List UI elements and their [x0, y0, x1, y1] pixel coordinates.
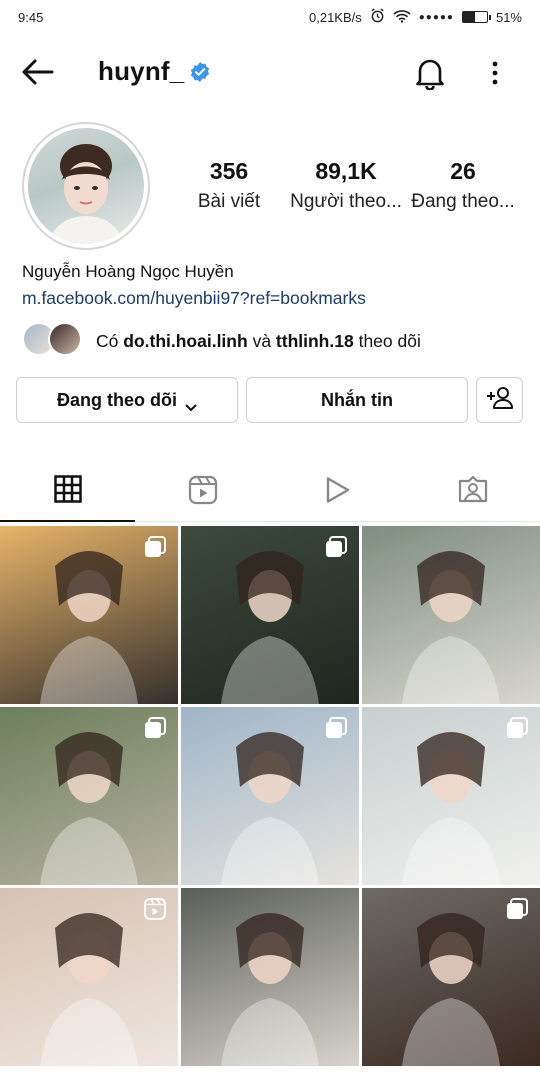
- chevron-down-icon: [185, 396, 197, 412]
- post-thumbnail[interactable]: [0, 526, 178, 704]
- post-thumbnail[interactable]: [181, 888, 359, 1066]
- following-button[interactable]: Đang theo dõi: [16, 377, 238, 423]
- add-user-button[interactable]: [476, 377, 523, 423]
- more-vertical-icon[interactable]: [485, 58, 505, 88]
- multi-photo-icon: [325, 717, 347, 739]
- full-name: Nguyễn Hoàng Ngọc Huyền: [22, 262, 234, 281]
- message-button-label: Nhắn tin: [321, 389, 393, 410]
- followers-label: Người theo...: [290, 191, 402, 212]
- posts-count: 356: [209, 158, 249, 184]
- signal-icon: ●●●●●: [418, 11, 454, 23]
- followers-count: 89,1K: [315, 158, 377, 184]
- grid-icon: [53, 474, 82, 508]
- status-bar: 9:45 0,21KB/s ●●●●● 51%: [0, 0, 540, 34]
- stat-posts[interactable]: 356 Bài viết: [186, 158, 272, 213]
- network-speed: 0,21KB/s: [309, 9, 362, 25]
- back-arrow-icon[interactable]: [20, 58, 56, 86]
- post-thumbnail[interactable]: [362, 526, 540, 704]
- stat-following[interactable]: 26 Đang theo...: [408, 158, 518, 213]
- post-thumbnail[interactable]: [0, 707, 178, 885]
- multi-photo-icon: [506, 717, 528, 739]
- bio-link[interactable]: m.facebook.com/huyenbii97?ref=bookmarks: [22, 288, 366, 309]
- mutual-followers-text: Có do.thi.hoai.linh và tthlinh.18 theo d…: [96, 331, 421, 352]
- add-user-icon: [486, 386, 514, 415]
- tab-videos[interactable]: [270, 462, 405, 522]
- mutual-user-1: do.thi.hoai.linh: [123, 331, 248, 351]
- tab-grid[interactable]: [0, 462, 135, 522]
- post-thumbnail[interactable]: [181, 707, 359, 885]
- posts-label: Bài viết: [197, 191, 261, 212]
- alarm-icon: [370, 8, 385, 26]
- avatar[interactable]: [28, 128, 144, 244]
- mutual-suffix: theo dõi: [358, 331, 421, 351]
- mutual-joiner: và: [252, 331, 272, 351]
- mutual-avatar-2: [48, 322, 82, 356]
- following-count: 26: [450, 158, 476, 184]
- username-title: huynf_: [98, 56, 185, 86]
- message-button[interactable]: Nhắn tin: [246, 377, 468, 423]
- battery-icon: [461, 11, 491, 23]
- wifi-icon: [393, 9, 411, 26]
- reels-icon: [144, 898, 166, 920]
- bell-icon[interactable]: [414, 56, 446, 91]
- post-thumbnail[interactable]: [0, 888, 178, 1066]
- post-thumbnail[interactable]: [362, 888, 540, 1066]
- verified-badge-icon: [190, 62, 210, 82]
- post-thumbnail[interactable]: [362, 707, 540, 885]
- following-label: Đang theo...: [411, 191, 515, 212]
- status-time: 9:45: [18, 9, 44, 25]
- following-button-label: Đang theo dõi: [57, 389, 177, 410]
- multi-photo-icon: [506, 898, 528, 920]
- tagged-person-icon: [457, 475, 489, 510]
- play-icon: [324, 475, 352, 510]
- battery-percent: 51%: [495, 9, 522, 25]
- multi-photo-icon: [325, 536, 347, 558]
- mutual-prefix: Có: [96, 331, 119, 351]
- multi-photo-icon: [144, 536, 166, 558]
- tab-tagged[interactable]: [405, 462, 540, 522]
- profile-tabs: [0, 462, 540, 522]
- stat-followers[interactable]: 89,1K Người theo...: [286, 158, 406, 213]
- mutual-user-2: tthlinh.18: [275, 331, 354, 351]
- profile-header: huynf_: [0, 44, 540, 100]
- tab-reels[interactable]: [135, 462, 270, 522]
- multi-photo-icon: [144, 717, 166, 739]
- post-thumbnail[interactable]: [181, 526, 359, 704]
- reels-icon: [188, 475, 218, 510]
